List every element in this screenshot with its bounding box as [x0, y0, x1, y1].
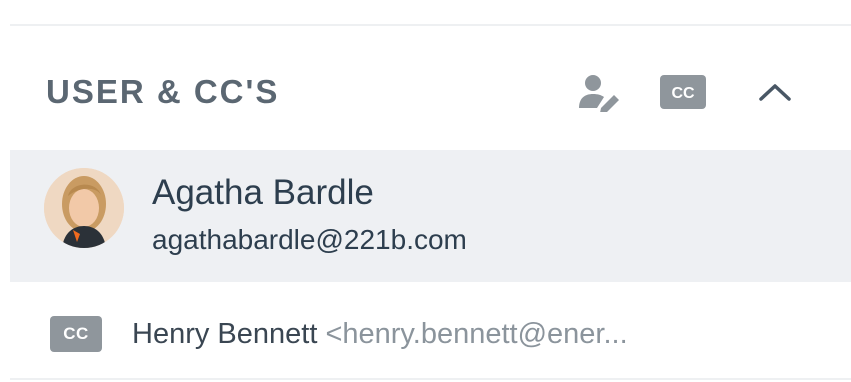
user-row[interactable]: Agatha Bardle agathabardle@221b.com	[10, 150, 851, 282]
chevron-up-icon	[759, 84, 791, 101]
svg-text:CC: CC	[671, 85, 695, 102]
edit-user-button[interactable]	[575, 68, 623, 116]
user-edit-icon	[579, 75, 619, 112]
section-header: USER & CC'S CC	[10, 48, 851, 138]
user-name: Agatha Bardle	[152, 173, 374, 212]
avatar	[44, 168, 124, 248]
cc-icon: CC	[660, 75, 706, 109]
section-title: USER & CC'S	[46, 73, 280, 110]
cc-contact-text: Henry Bennett <henry.bennett@ener...	[132, 314, 628, 354]
cc-email: <henry.bennett@ener...	[325, 318, 628, 350]
cc-toggle-button[interactable]: CC	[659, 68, 707, 116]
top-divider	[10, 24, 851, 26]
user-email: agathabardle@221b.com	[152, 224, 467, 255]
bottom-divider	[10, 378, 851, 380]
user-avatar-image	[44, 168, 124, 248]
cc-name: Henry Bennett	[132, 318, 318, 350]
cc-list-item[interactable]: CC Henry Bennett <henry.bennett@ener...	[10, 300, 851, 364]
collapse-button[interactable]	[751, 68, 799, 116]
users-cc-panel: USER & CC'S CC Agatha Bardle agathabardl…	[10, 0, 851, 382]
cc-badge: CC	[50, 316, 102, 352]
